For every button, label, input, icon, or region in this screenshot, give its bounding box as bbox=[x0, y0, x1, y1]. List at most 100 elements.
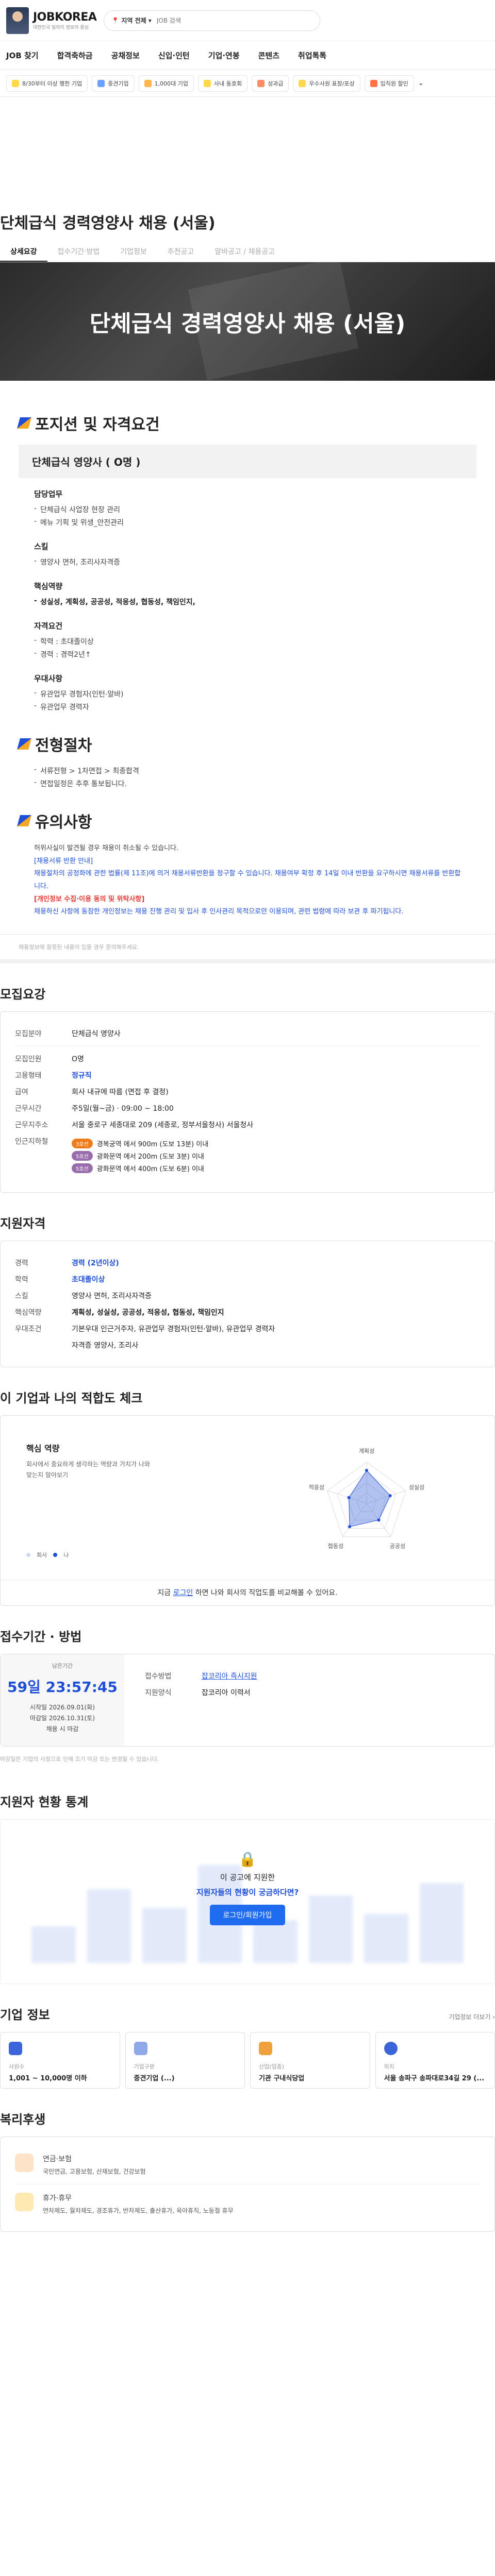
radar-chart: 계획성성실성공공성 협동성 적응성 bbox=[309, 1448, 424, 1550]
nav-salary[interactable]: 기업·연봉 bbox=[208, 50, 240, 61]
logo-text: JOBKOREA bbox=[33, 10, 97, 24]
list-item: 서류전형 > 1차면접 > 최종합격 bbox=[34, 766, 461, 776]
nav-celebration[interactable]: 합격축하금 bbox=[57, 50, 93, 61]
section-mark-icon bbox=[17, 417, 31, 429]
nav-public[interactable]: 공채정보 bbox=[111, 50, 140, 61]
block-heading: 핵심역량 bbox=[34, 582, 63, 591]
tab-company[interactable]: 기업정보 bbox=[110, 242, 157, 262]
apply-method-link[interactable]: 잡코리아 즉시지원 bbox=[202, 1671, 474, 1681]
block-heading: 자격요건 bbox=[34, 621, 63, 631]
chip-icon bbox=[97, 79, 105, 87]
stats-question: 이 공고에 지원한 bbox=[220, 1873, 275, 1883]
list-item: 면접일정은 추후 통보됩니다. bbox=[34, 778, 461, 789]
summary-row: 급여 회사 내규에 따름 (면접 후 결정) bbox=[15, 1088, 169, 1097]
logo[interactable]: JOBKOREA 대한민국 일자리 정보의 중심 bbox=[6, 7, 97, 34]
detail-block: 담당업무 단체급식 사업장 현장 관리메뉴 기획 및 위생_안전관리 bbox=[19, 488, 476, 528]
filter-chips: 8/30부터 이상 행한 기업 중견기업 1,000대 기업 사내 동호회 성과… bbox=[0, 70, 495, 97]
summary-row: 모집인원 O명 bbox=[15, 1055, 84, 1064]
chip-item[interactable]: 8/30부터 이상 행한 기업 bbox=[6, 75, 88, 92]
chevron-down-icon[interactable]: ⌄ bbox=[418, 79, 424, 87]
chip-label: 중견기업 bbox=[108, 80, 129, 87]
fit-desc: 회사에서 중요하게 생각하는 역량과 가치가 나와 맞는지 알아보기 bbox=[26, 1461, 150, 1479]
block-heading: 담당업무 bbox=[34, 489, 63, 499]
qual-row: 핵심역량 계획성, 성실성, 공공성, 적응성, 협동성, 책임인지 bbox=[15, 1309, 224, 1317]
subway-item: 5호선 광화문역 에서 400m (도보 6분) 이내 bbox=[72, 1163, 480, 1174]
location-label: 지역 전체 bbox=[121, 17, 146, 24]
notice-text: 허위사실이 발견될 경우 채용이 취소될 수 있습니다. bbox=[34, 844, 179, 852]
logo-mascot-icon bbox=[6, 7, 29, 34]
qual-row: 자격증 영양사, 조리사 bbox=[72, 1342, 139, 1350]
chip-item[interactable]: 사내 동호회 bbox=[198, 75, 248, 92]
company-item: 위치 서울 송파구 송파대로34길 29 (... bbox=[375, 2032, 495, 2089]
notice-heading: [채용서류 반환 안내] bbox=[34, 857, 93, 865]
list-item: 성실성, 계획성, 공공성, 적응성, 협동성, 책임인지, bbox=[34, 597, 461, 607]
detail-block: 스킬 영양사 면허, 조리사자격증 bbox=[19, 541, 476, 567]
chip-item[interactable]: 중견기업 bbox=[92, 75, 135, 92]
radar-axis-label: 적응성 bbox=[309, 1484, 324, 1491]
section-mark-icon bbox=[17, 738, 31, 750]
chip-item[interactable]: 입직원 할인 bbox=[364, 75, 414, 92]
chip-icon bbox=[144, 79, 152, 87]
chip-item[interactable]: 성과급 bbox=[252, 75, 289, 92]
chip-label: 1,000대 기업 bbox=[154, 80, 188, 87]
start-date: 2026.09.01(화) bbox=[48, 1704, 95, 1711]
subway-item: 3호선 경복궁역 에서 900m (도보 13분) 이내 bbox=[72, 1139, 480, 1149]
building-icon bbox=[134, 2042, 147, 2056]
chip-icon bbox=[370, 79, 377, 87]
notice-heading: [개인정보 수집·이용 동의 및 위탁사항] bbox=[34, 895, 145, 903]
tab-other[interactable]: 알바공고 / 채용공고 bbox=[204, 242, 285, 262]
subway-item: 5호선 광화문역 에서 200m (도보 3분) 이내 bbox=[72, 1151, 480, 1161]
chart-legend: 회사 나 bbox=[26, 1551, 69, 1559]
nav-intern[interactable]: 신입·인턴 bbox=[158, 50, 190, 61]
nav-job-search[interactable]: JOB 찾기 bbox=[6, 50, 39, 61]
remain-label: 남은기간 bbox=[52, 1663, 73, 1670]
radar-point bbox=[347, 1496, 351, 1500]
qual-row: 경력 경력 (2년이상) bbox=[15, 1259, 119, 1268]
fit-card: 핵심 역량 회사에서 중요하게 생각하는 역량과 가치가 나와 맞는지 알아보기… bbox=[0, 1415, 495, 1606]
position-box: 단체급식 영양사 ( O명 ) bbox=[19, 445, 476, 478]
section-mark-icon bbox=[17, 815, 31, 826]
stats-card: 🔒 이 공고에 지원한 지원자들의 현황이 궁금하다면? 로그인/회원가입 bbox=[0, 1819, 495, 1985]
radar-series bbox=[349, 1470, 391, 1528]
tab-apply[interactable]: 접수기간·방법 bbox=[47, 242, 110, 262]
nav-content[interactable]: 콘텐츠 bbox=[258, 50, 279, 61]
chip-label: 사내 동호회 bbox=[214, 80, 242, 87]
list-item: 경력 : 경력2년↑ bbox=[34, 649, 461, 659]
location-select[interactable]: 📍 지역 전체 ▾ bbox=[111, 16, 151, 25]
people-icon bbox=[9, 2042, 22, 2056]
stats-question-highlight: 지원자들의 현황이 궁금하다면? bbox=[196, 1888, 299, 1897]
location-pin-icon bbox=[384, 2042, 398, 2056]
subway-line-badge: 5호선 bbox=[72, 1163, 93, 1174]
detail-block: 우대사항 유관업무 경험자(인턴·알바) 유관업무 경력자 bbox=[19, 673, 476, 712]
chip-label: 성과급 bbox=[268, 80, 284, 87]
calendar-icon bbox=[15, 2193, 34, 2212]
login-link[interactable]: 로그인 bbox=[173, 1589, 193, 1597]
radar-axis-label: 성실성 bbox=[409, 1484, 424, 1491]
apply-heading: 접수기간 · 방법 bbox=[0, 1630, 82, 1645]
summary-row: 모집분야 단체급식 영양사 bbox=[15, 1030, 121, 1039]
company-heading: 기업 정보 bbox=[0, 2008, 50, 2023]
tab-detail[interactable]: 상세요강 bbox=[0, 242, 47, 262]
summary-heading: 모집요강 bbox=[0, 987, 46, 1002]
list-item: 메뉴 기획 및 위생_안전관리 bbox=[34, 517, 461, 528]
detail-tabs: 상세요강 접수기간·방법 기업정보 추천공고 알바공고 / 채용공고 bbox=[0, 242, 495, 262]
radar-axis-label: 협동성 bbox=[328, 1543, 343, 1550]
qual-row: 우대조건 기본우대 인근거주자, 유관업무 경험자(인턴·알바), 유관업무 경력… bbox=[15, 1325, 275, 1334]
benefit-heading: 복리후생 bbox=[0, 2112, 46, 2127]
chip-label: 우수사원 표창/포상 bbox=[309, 80, 355, 87]
section-heading: 전형절차 bbox=[17, 733, 476, 755]
chip-item[interactable]: 우수사원 표창/포상 bbox=[293, 75, 360, 92]
qual-card: 경력 경력 (2년이상) 학력 초대졸이상 스킬 영양사 면허, 조리사자격증 핵심역… bbox=[0, 1241, 495, 1368]
job-detail: 포지션 및 자격요건 단체급식 영양사 ( O명 ) 담당업무 단체급식 사업장… bbox=[0, 381, 495, 935]
chip-item[interactable]: 1,000대 기업 bbox=[138, 75, 194, 92]
tab-recommend[interactable]: 추천공고 bbox=[157, 242, 205, 262]
chip-icon bbox=[204, 79, 211, 87]
company-more-link[interactable]: 기업정보 더보기 › bbox=[449, 2012, 495, 2021]
process-block: 서류전형 > 1차면접 > 최종합격면접일정은 추후 통보됩니다. bbox=[19, 766, 476, 789]
nav-talk[interactable]: 취업톡톡 bbox=[298, 50, 326, 61]
login-signup-button[interactable]: 로그인/회원가입 bbox=[209, 1905, 286, 1926]
radar-point bbox=[377, 1518, 381, 1522]
site-header: JOBKOREA 대한민국 일자리 정보의 중심 📍 지역 전체 ▾ bbox=[0, 0, 495, 41]
benefit-item: 휴가·휴무 연차제도, 월차제도, 경조휴가, 반차제도, 출산휴가, 육아휴직,… bbox=[15, 2184, 480, 2223]
search-input[interactable] bbox=[156, 16, 313, 24]
